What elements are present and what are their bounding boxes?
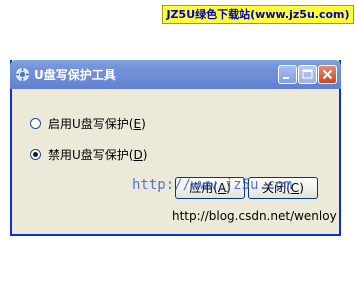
blog-url-label: http://blog.csdn.net/wenloy (172, 209, 337, 223)
apply-button[interactable]: 应用(A) (175, 177, 245, 199)
maximize-icon (302, 69, 313, 79)
app-gear-icon (16, 68, 29, 81)
minimize-icon (283, 77, 289, 79)
radio-disable-label: 禁用U盘写保护(D) (48, 147, 148, 162)
watermark-banner: JZ5U绿色下载站(www.jz5u.com) (162, 5, 354, 24)
minimize-button[interactable] (278, 65, 297, 84)
window-title: U盘写保护工具 (34, 68, 116, 82)
radio-disable-circle[interactable] (30, 148, 41, 160)
radio-enable-label: 启用U盘写保护(E) (48, 116, 146, 131)
title-bar[interactable]: U盘写保护工具 (10, 60, 341, 89)
close-window-button[interactable] (318, 65, 337, 84)
close-button[interactable]: 关闭(C) (248, 177, 318, 199)
radio-enable-protection[interactable]: 启用U盘写保护(E) (30, 115, 146, 131)
dialog-window: U盘写保护工具 启用U盘写保护(E) 禁用U盘写保护(D) 应用(A) 关闭(C… (10, 60, 341, 236)
close-icon (322, 69, 333, 80)
radio-disable-protection[interactable]: 禁用U盘写保护(D) (30, 146, 147, 162)
radio-enable-circle[interactable] (30, 117, 41, 129)
maximize-button[interactable] (298, 65, 317, 84)
